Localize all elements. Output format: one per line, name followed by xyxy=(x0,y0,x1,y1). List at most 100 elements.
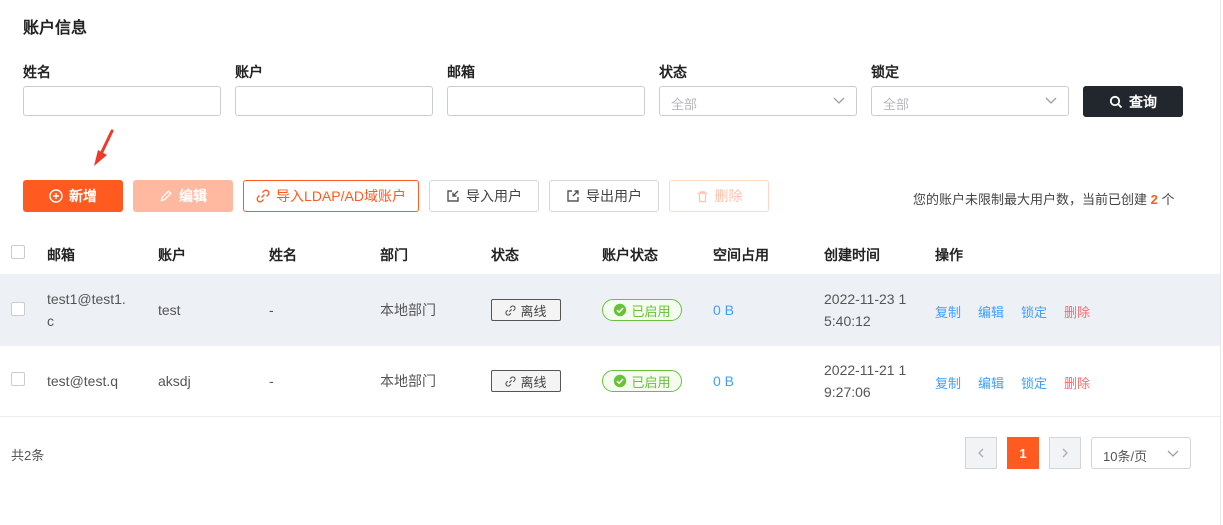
column-header-department: 部门 xyxy=(380,247,408,263)
account-status-label: 已启用 xyxy=(631,374,671,390)
status-badge: 离线 xyxy=(491,370,561,392)
page-size-value: 10条/页 xyxy=(1103,449,1148,464)
chevron-right-icon xyxy=(1062,448,1068,458)
export-users-button[interactable]: 导出用户 xyxy=(549,180,659,212)
column-header-space: 空间占用 xyxy=(713,247,769,263)
copy-link[interactable]: 复制 xyxy=(935,302,961,321)
quota-prefix: 您的账户未限制最大用户数，当前已创建 xyxy=(913,192,1148,207)
email-filter-input[interactable] xyxy=(447,86,645,116)
add-button[interactable]: 新增 xyxy=(23,180,123,212)
created-line: 2022-11-23 1 xyxy=(824,291,907,307)
created-line: 5:40:12 xyxy=(824,313,871,329)
table-divider xyxy=(0,416,1220,417)
status-filter-label: 状态 xyxy=(659,64,687,80)
column-header-account: 账户 xyxy=(158,247,186,263)
red-arrow-icon xyxy=(94,129,114,166)
pencil-icon xyxy=(160,190,172,202)
column-header-actions: 操作 xyxy=(935,247,963,263)
import-icon xyxy=(447,190,459,202)
lock-filter-value: 全部 xyxy=(883,97,910,112)
delete-button[interactable]: 删除 xyxy=(669,180,769,212)
name-cell: - xyxy=(269,302,274,318)
name-filter-input[interactable] xyxy=(23,86,221,116)
total-count: 共2条 xyxy=(11,448,45,463)
page-title: 账户信息 xyxy=(23,20,88,37)
column-header-name: 姓名 xyxy=(269,247,297,263)
link-icon xyxy=(505,304,517,316)
lock-link[interactable]: 锁定 xyxy=(1021,302,1047,321)
status-badge: 离线 xyxy=(491,299,561,321)
status-badge-label: 离线 xyxy=(520,303,547,319)
lock-filter-select[interactable]: 全部 xyxy=(871,86,1069,116)
email-cell: test@test.q xyxy=(47,370,118,392)
chevron-down-icon xyxy=(1167,450,1179,457)
edit-button-label: 编辑 xyxy=(179,188,207,204)
chevron-left-icon xyxy=(978,448,984,458)
prev-page-button[interactable] xyxy=(965,437,997,469)
lock-link[interactable]: 锁定 xyxy=(1021,373,1047,392)
edit-link[interactable]: 编辑 xyxy=(978,302,1004,321)
space-cell: 0 B xyxy=(713,302,735,318)
row-checkbox[interactable] xyxy=(11,372,25,386)
quota-count: 2 xyxy=(1150,192,1158,207)
delete-link[interactable]: 删除 xyxy=(1064,373,1090,392)
lock-filter-label: 锁定 xyxy=(871,64,899,80)
right-border xyxy=(1220,0,1221,525)
export-icon xyxy=(567,190,579,202)
account-cell: test xyxy=(158,302,181,318)
name-filter-label: 姓名 xyxy=(23,64,51,80)
email-cell: test1@test1. c xyxy=(47,288,126,332)
import-ldap-button-label: 导入LDAP/AD域账户 xyxy=(276,188,406,204)
search-icon xyxy=(1109,95,1123,108)
email-line: c xyxy=(47,313,54,329)
next-page-button[interactable] xyxy=(1049,437,1081,469)
check-circle-icon xyxy=(614,303,627,317)
status-filter-value: 全部 xyxy=(671,97,698,112)
copy-link[interactable]: 复制 xyxy=(935,373,961,392)
created-cell: 2022-11-23 1 5:40:12 xyxy=(824,288,906,332)
edit-button[interactable]: 编辑 xyxy=(133,180,233,212)
space-cell: 0 B xyxy=(713,373,735,389)
department-cell: 本地部门 xyxy=(380,373,436,389)
page-size-select[interactable]: 10条/页 xyxy=(1091,437,1191,469)
account-status-badge: 已启用 xyxy=(602,299,682,321)
account-filter-input[interactable] xyxy=(235,86,433,116)
import-users-button[interactable]: 导入用户 xyxy=(429,180,539,212)
add-button-label: 新增 xyxy=(69,188,97,204)
table-row[interactable]: test1@test1. c test - 本地部门 离线 已启用 0 B 20… xyxy=(0,274,1220,346)
user-quota-text: 您的账户未限制最大用户数，当前已创建 2 个 xyxy=(913,189,1175,208)
column-header-created: 创建时间 xyxy=(824,247,880,263)
search-button[interactable]: 查询 xyxy=(1083,86,1183,117)
column-header-email: 邮箱 xyxy=(47,247,75,263)
created-line: 9:27:06 xyxy=(824,384,871,400)
select-all-checkbox[interactable] xyxy=(11,245,25,259)
status-badge-label: 离线 xyxy=(520,374,547,390)
account-cell: aksdj xyxy=(158,373,191,389)
link-icon xyxy=(505,375,517,387)
import-users-button-label: 导入用户 xyxy=(466,188,522,204)
department-cell: 本地部门 xyxy=(380,302,436,318)
plus-circle-icon xyxy=(49,189,63,203)
name-cell: - xyxy=(269,373,274,389)
edit-link[interactable]: 编辑 xyxy=(978,373,1004,392)
email-line: test@test.q xyxy=(47,373,119,389)
delete-link[interactable]: 删除 xyxy=(1064,302,1090,321)
account-status-badge: 已启用 xyxy=(602,370,682,392)
export-users-button-label: 导出用户 xyxy=(586,188,642,204)
status-filter-select[interactable]: 全部 xyxy=(659,86,857,116)
column-header-status: 状态 xyxy=(491,247,519,263)
check-circle-icon xyxy=(614,374,627,388)
email-filter-label: 邮箱 xyxy=(447,64,475,80)
account-status-label: 已启用 xyxy=(631,303,671,319)
created-line: 2022-11-21 1 xyxy=(824,362,907,378)
link-icon xyxy=(256,189,270,203)
table-row[interactable]: test@test.q aksdj - 本地部门 离线 已启用 0 B 2022… xyxy=(0,346,1220,416)
account-filter-label: 账户 xyxy=(235,64,263,80)
import-ldap-button[interactable]: 导入LDAP/AD域账户 xyxy=(243,180,419,212)
row-checkbox[interactable] xyxy=(11,302,25,316)
current-page[interactable]: 1 xyxy=(1007,437,1039,469)
chevron-down-icon xyxy=(833,97,845,104)
email-line: test1@test1. xyxy=(47,291,126,307)
quota-suffix: 个 xyxy=(1161,192,1175,207)
delete-button-label: 删除 xyxy=(714,188,743,204)
